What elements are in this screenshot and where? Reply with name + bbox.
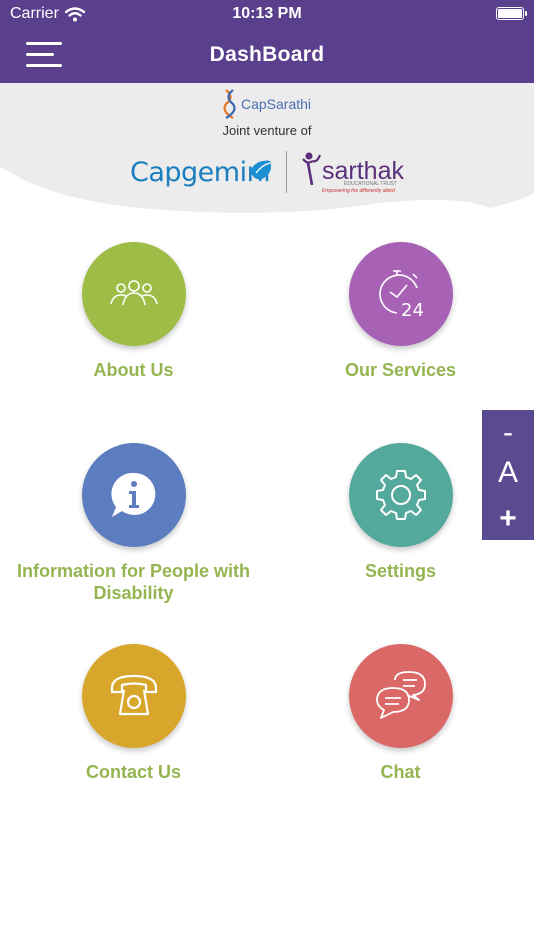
font-size-label: A — [497, 456, 518, 489]
settings-label: Settings — [364, 561, 436, 581]
contact-us-circle[interactable] — [81, 644, 186, 748]
about-us-label: About Us — [93, 360, 174, 380]
information-disability-tile[interactable]: Information for People with Disability — [0, 443, 267, 604]
about-us-tile[interactable]: About Us — [0, 242, 267, 381]
capgemini-spade-icon — [250, 160, 271, 180]
font-size-controls: - A + — [482, 410, 534, 540]
contact-us-label: Contact Us — [85, 762, 181, 782]
chat-label: Chat — [380, 762, 421, 782]
increase-font-button[interactable]: + — [482, 502, 534, 536]
sarthak-tagline: Empowering the differently abled — [322, 188, 395, 194]
information-disability-circle[interactable] — [81, 443, 186, 547]
chat-tile[interactable]: Chat — [267, 644, 534, 783]
battery-icon — [496, 7, 527, 20]
settings-circle[interactable] — [348, 443, 453, 547]
status-bar: Carrier 10:13 PM — [0, 0, 534, 30]
our-services-tile[interactable]: 24 Our Services — [267, 242, 534, 381]
telephone-icon — [110, 674, 157, 716]
contact-us-tile[interactable]: Contact Us — [0, 644, 267, 783]
about-us-circle[interactable] — [81, 242, 186, 346]
partner-banner: CapSarathi Joint venture of Capgemini sa… — [0, 83, 534, 215]
chat-bubbles-icon — [375, 671, 426, 719]
people-group-icon — [109, 280, 158, 306]
gear-icon — [375, 470, 426, 520]
status-time: 10:13 PM — [232, 5, 302, 22]
decrease-font-button[interactable]: - — [482, 416, 534, 450]
joint-venture-text: Joint venture of — [222, 123, 312, 138]
our-services-label: Our Services — [344, 360, 457, 380]
sarthak-subtitle: EDUCATIONAL TRUST — [344, 181, 397, 187]
page-title: DashBoard — [209, 43, 325, 66]
dna-logo-icon — [223, 89, 236, 119]
our-services-circle[interactable]: 24 — [348, 242, 453, 346]
sarthak-figure-icon — [302, 152, 322, 186]
app-header: Carrier 10:13 PM DashBoard — [0, 0, 534, 83]
chat-circle[interactable] — [348, 644, 453, 748]
capsarathi-logo: CapSarathi — [0, 89, 534, 119]
info-chat-icon — [110, 472, 155, 517]
svg-text:24: 24 — [401, 300, 424, 321]
capsarathi-name: CapSarathi — [240, 96, 312, 112]
logo-divider — [286, 151, 287, 193]
clock-24-icon: 24 — [378, 270, 424, 321]
information-disability-label: Information for People with Disability — [17, 561, 250, 603]
